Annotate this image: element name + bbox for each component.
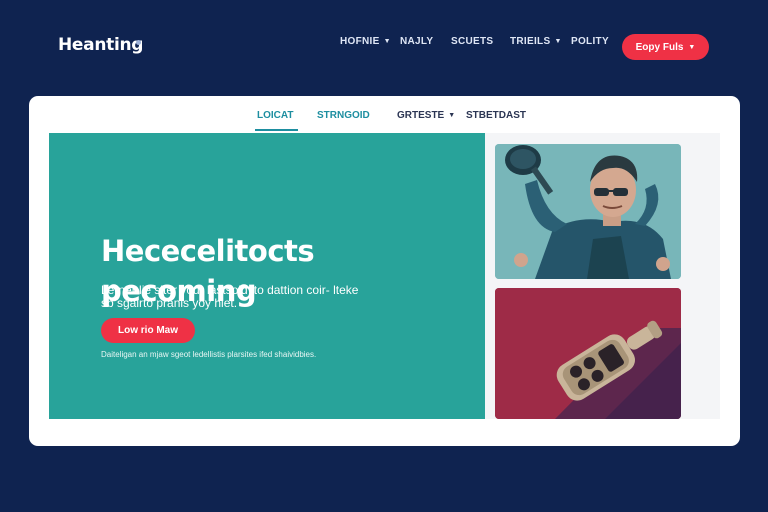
tab-grteste[interactable]: GRTESTE ▼ bbox=[397, 110, 455, 121]
nav-item-label: SCUETS bbox=[451, 35, 494, 47]
tab-label: GRTESTE bbox=[397, 110, 445, 121]
header-cta-label: Eopy Fuls bbox=[635, 41, 684, 53]
chevron-down-icon: ▼ bbox=[688, 43, 696, 51]
content-card: LOICAT STRNGOID GRTESTE ▼ STBETDAST Hece… bbox=[29, 96, 740, 446]
person-with-pan-photo bbox=[495, 144, 681, 279]
tab-loicat[interactable]: LOICAT bbox=[257, 110, 293, 121]
nav-item-scuets[interactable]: SCUETS bbox=[451, 36, 493, 47]
hero-cta-label: Low rio Maw bbox=[118, 325, 178, 336]
header-cta-button[interactable]: Eopy Fuls ▼ bbox=[622, 34, 709, 60]
chevron-down-icon: ▼ bbox=[448, 112, 456, 119]
nav-item-label: HOFNIE bbox=[340, 35, 380, 47]
top-navigation-bar: Heanting HOFNIE ▼ NAJLY SCUETS TRIEILS ▼… bbox=[0, 0, 768, 96]
device-photo-illustration bbox=[495, 288, 681, 419]
nav-item-label: POLITY bbox=[571, 35, 609, 47]
site-logo[interactable]: Heanting bbox=[58, 35, 143, 55]
hero-note: Daiteligan an mjaw sgeot ledellistis pla… bbox=[101, 350, 317, 359]
nav-item-label: NAJLY bbox=[400, 35, 434, 47]
tab-strngoid[interactable]: STRNGOID bbox=[317, 110, 370, 121]
chevron-down-icon: ▼ bbox=[554, 37, 562, 45]
person-photo-illustration bbox=[495, 144, 681, 279]
tab-label: STRNGOID bbox=[317, 110, 370, 121]
nav-item-polity[interactable]: POLITY bbox=[571, 36, 609, 47]
tab-bar: LOICAT STRNGOID GRTESTE ▼ STBETDAST bbox=[29, 96, 740, 132]
handheld-device-photo bbox=[495, 288, 681, 419]
hero-cta-button[interactable]: Low rio Maw bbox=[101, 318, 195, 343]
tab-label: STBETDAST bbox=[466, 110, 526, 121]
nav-item-home[interactable]: HOFNIE ▼ bbox=[340, 36, 391, 47]
tab-label: LOICAT bbox=[257, 110, 294, 121]
nav-item-najly[interactable]: NAJLY bbox=[400, 36, 433, 47]
nav-item-trieils[interactable]: TRIEILS ▼ bbox=[510, 36, 562, 47]
logo-dot-icon bbox=[136, 40, 141, 45]
chevron-down-icon: ▼ bbox=[383, 37, 391, 45]
nav-item-label: TRIEILS bbox=[510, 35, 551, 47]
hero-subtitle: Lerner lie siter your lastsoid ito datti… bbox=[101, 283, 359, 310]
hero-title-line-1: Hececelitocts bbox=[101, 234, 315, 268]
active-tab-indicator bbox=[255, 129, 298, 131]
tab-stbetdast[interactable]: STBETDAST bbox=[466, 110, 526, 121]
